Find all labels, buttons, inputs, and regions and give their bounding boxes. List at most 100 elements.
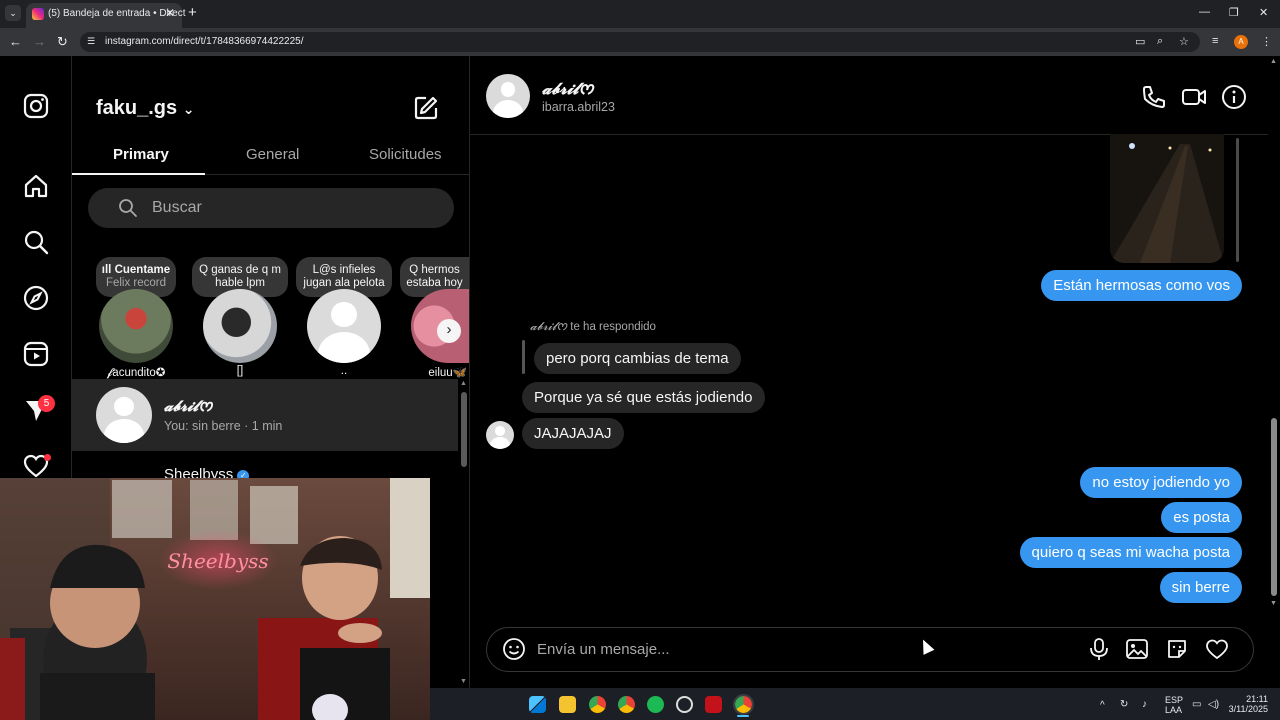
tray-overflow-icon[interactable]: ^	[1100, 700, 1105, 711]
note-text: Q hermos	[409, 264, 460, 276]
message-bubble-received[interactable]: JAJAJAJAJ	[522, 418, 624, 449]
active-tab-indicator	[72, 173, 205, 175]
menu-icon[interactable]: ⋮	[1261, 35, 1272, 48]
story-name: 𝓯acundito✪	[106, 367, 166, 379]
restore-icon[interactable]: ❐	[1229, 6, 1239, 19]
scroll-down-icon[interactable]: ▼	[460, 678, 467, 685]
active-app-indicator	[737, 715, 749, 717]
new-message-icon[interactable]	[413, 95, 439, 121]
notification-dot	[44, 454, 51, 461]
message-bubble-sent[interactable]: sin berre	[1159, 572, 1242, 603]
window-close-icon[interactable]: ✕	[1259, 6, 1268, 19]
emoji-icon[interactable]	[502, 637, 526, 661]
zoom-icon[interactable]: ⌕	[1157, 35, 1163, 48]
scroll-up-icon[interactable]: ▲	[1270, 58, 1277, 65]
sticker-icon[interactable]	[1165, 637, 1189, 661]
volume-icon[interactable]: ◁)	[1208, 699, 1219, 710]
message-bubble-quoted[interactable]: pero porq cambias de tema	[534, 343, 741, 374]
tab-primary[interactable]: Primary	[113, 146, 169, 163]
story-avatar[interactable]	[99, 289, 173, 363]
composer-placeholder: Envía un mensaje...	[537, 641, 670, 658]
reply-quote-bar	[522, 340, 525, 374]
heart-icon[interactable]	[1205, 637, 1229, 661]
search-icon[interactable]	[22, 228, 50, 256]
sync-icon[interactable]: ↻	[1120, 699, 1128, 710]
tab-list-button[interactable]: ⌄	[5, 5, 21, 21]
chrome-active-icon[interactable]	[733, 694, 754, 715]
minimize-icon[interactable]: —	[1199, 6, 1210, 18]
story-avatar[interactable]	[307, 289, 381, 363]
page-scrollbar-thumb[interactable]	[1271, 418, 1277, 596]
file-explorer-icon[interactable]	[559, 696, 576, 713]
tab-requests[interactable]: Solicitudes	[369, 146, 442, 163]
reels-icon[interactable]	[22, 340, 50, 368]
search-input[interactable]	[88, 188, 454, 228]
language-code: ESP	[1165, 695, 1184, 705]
forward-icon[interactable]: →	[33, 34, 46, 49]
instagram-favicon-icon	[32, 8, 44, 20]
profile-avatar[interactable]: A	[1234, 35, 1248, 49]
message-bubble-sent[interactable]: es posta	[1161, 502, 1242, 533]
spotify-icon[interactable]	[647, 696, 664, 713]
message-bubble-sent[interactable]: quiero q seas mi wacha posta	[1019, 537, 1242, 568]
app-icon[interactable]	[705, 696, 722, 713]
microphone-tray-icon[interactable]: ♪	[1142, 699, 1147, 710]
microphone-icon[interactable]	[1087, 637, 1111, 661]
chat-avatar[interactable]	[486, 74, 530, 118]
reading-list-icon[interactable]: ≡	[1212, 35, 1218, 47]
cast-icon[interactable]: ▭	[1135, 35, 1145, 48]
video-icon[interactable]	[1181, 84, 1207, 110]
tab-general[interactable]: General	[246, 146, 299, 163]
tab-close-icon[interactable]: ✕	[165, 6, 175, 20]
story-name: []	[236, 365, 244, 377]
scroll-down-icon[interactable]: ▼	[1270, 600, 1277, 607]
chrome-profile-icon[interactable]	[618, 696, 635, 713]
chrome-icon[interactable]	[589, 696, 606, 713]
search-placeholder: Buscar	[152, 199, 202, 216]
language-indicator[interactable]: ESP LAA	[1165, 695, 1183, 715]
message-bubble-sent[interactable]: no estoy jodiendo yo	[1080, 467, 1242, 498]
reply-label: 𝓪𝓫𝓻𝓲𝓵ᰔ te ha respondido	[530, 319, 656, 336]
image-icon[interactable]	[1125, 637, 1149, 661]
app-icon[interactable]	[676, 696, 693, 713]
os-taskbar	[430, 688, 1280, 720]
chevron-down-icon: ⌄	[182, 101, 195, 117]
photo-divider	[1236, 138, 1239, 262]
back-icon[interactable]: ←	[9, 34, 22, 49]
chat-contact-handle: ibarra.abril23	[542, 100, 615, 114]
chat-contact-name[interactable]: 𝓪𝓫𝓻𝓲𝓵ᰔ	[542, 78, 594, 102]
stories-next-button[interactable]: ›	[437, 319, 461, 343]
conversation-avatar	[96, 387, 152, 443]
messages-badge: 5	[38, 395, 55, 412]
conversation-name: 𝓪𝓫𝓻𝓲𝓵ᰔ	[164, 397, 213, 415]
message-bubble-sent[interactable]: Están hermosas como vos	[1041, 270, 1242, 301]
home-icon[interactable]	[22, 172, 50, 200]
new-tab-button[interactable]: +	[188, 4, 197, 21]
info-icon[interactable]	[1221, 84, 1247, 110]
scroll-up-icon[interactable]: ▲	[460, 380, 467, 387]
search-icon	[119, 199, 137, 217]
reply-label-text: te ha respondido	[567, 321, 656, 333]
phone-icon[interactable]	[1141, 84, 1167, 110]
story-name: eiluu🦋	[428, 367, 467, 379]
reload-icon[interactable]: ↻	[57, 34, 68, 50]
shared-photo[interactable]	[1110, 134, 1224, 263]
url-text: instagram.com/direct/t/17848366974422225…	[105, 36, 304, 47]
story-avatar[interactable]	[203, 289, 277, 363]
site-info-icon[interactable]: ☰	[87, 36, 95, 47]
sender-avatar[interactable]	[486, 421, 514, 449]
bookmark-star-icon[interactable]: ☆	[1179, 35, 1189, 48]
start-menu-icon[interactable]	[529, 696, 546, 713]
account-switcher[interactable]: faku_.gs ⌄	[96, 97, 194, 120]
instagram-logo-icon[interactable]	[22, 92, 50, 120]
clock[interactable]: 21:11 3/11/2025	[1228, 694, 1268, 714]
network-icon[interactable]: ▭	[1192, 699, 1201, 710]
story-name: ..	[340, 365, 348, 377]
webcam-overlay: Sheelbyss	[0, 478, 430, 720]
neon-sign: Sheelbyss	[167, 549, 268, 573]
message-bubble-received[interactable]: Porque ya sé que estás jodiendo	[522, 382, 765, 413]
explore-icon[interactable]	[22, 284, 50, 312]
inbox-scrollbar[interactable]	[461, 392, 467, 467]
account-username: faku_.gs	[96, 97, 178, 119]
keyboard-layout: LAA	[1165, 705, 1183, 715]
